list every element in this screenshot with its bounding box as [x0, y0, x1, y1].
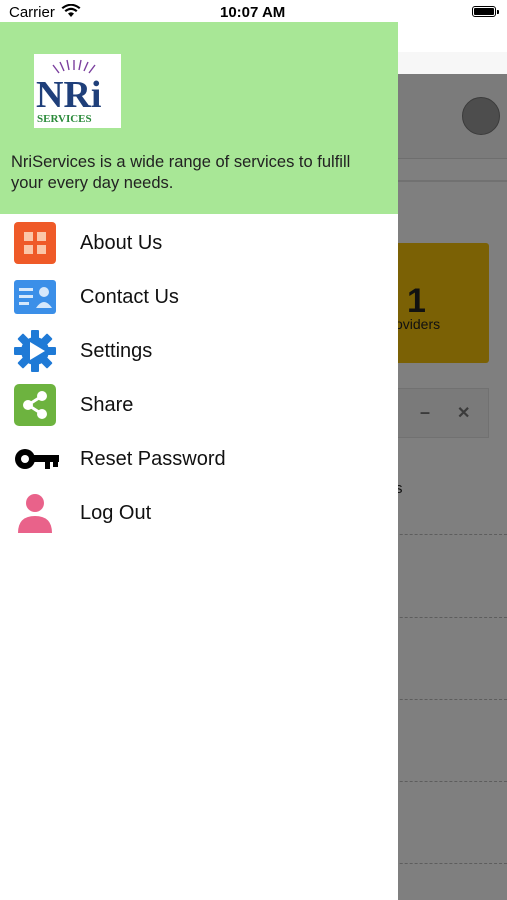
menu-item-about-us[interactable]: About Us [0, 217, 398, 271]
side-drawer: NRi SERVICES NriServices is a wide range… [0, 22, 398, 900]
status-time: 10:07 AM [220, 4, 286, 21]
menu-label-reset-password: Reset Password [80, 448, 226, 470]
key-icon [13, 437, 59, 481]
menu-label-about-us: About Us [80, 232, 163, 254]
menu-label-log-out: Log Out [80, 502, 152, 524]
gear-play-icon [13, 329, 57, 373]
contact-card-icon [13, 275, 57, 319]
menu-item-contact-us[interactable]: Contact Us [0, 271, 398, 325]
logo-text: NRi [36, 74, 101, 116]
status-bar: Carrier 10:07 AM [0, 0, 507, 22]
menu-label-settings: Settings [80, 340, 153, 362]
nri-services-logo: NRi SERVICES [34, 54, 121, 128]
carrier-label: Carrier [9, 4, 55, 21]
drawer-description: NriServices is a wide range of services … [11, 153, 351, 192]
logo-subtext: SERVICES [37, 113, 92, 125]
menu-item-reset-password[interactable]: Reset Password [0, 433, 398, 487]
wifi-icon [61, 3, 81, 23]
battery-icon [472, 6, 499, 17]
menu-label-contact-us: Contact Us [80, 286, 179, 308]
menu-item-settings[interactable]: Settings [0, 325, 398, 379]
menu-item-log-out[interactable]: Log Out [0, 487, 398, 541]
user-icon [13, 491, 57, 535]
menu-item-share[interactable]: Share [0, 379, 398, 433]
share-icon [13, 383, 57, 427]
grid-icon [13, 221, 57, 265]
menu-label-share: Share [80, 394, 134, 416]
drawer-header: NRi SERVICES NriServices is a wide range… [0, 22, 398, 214]
